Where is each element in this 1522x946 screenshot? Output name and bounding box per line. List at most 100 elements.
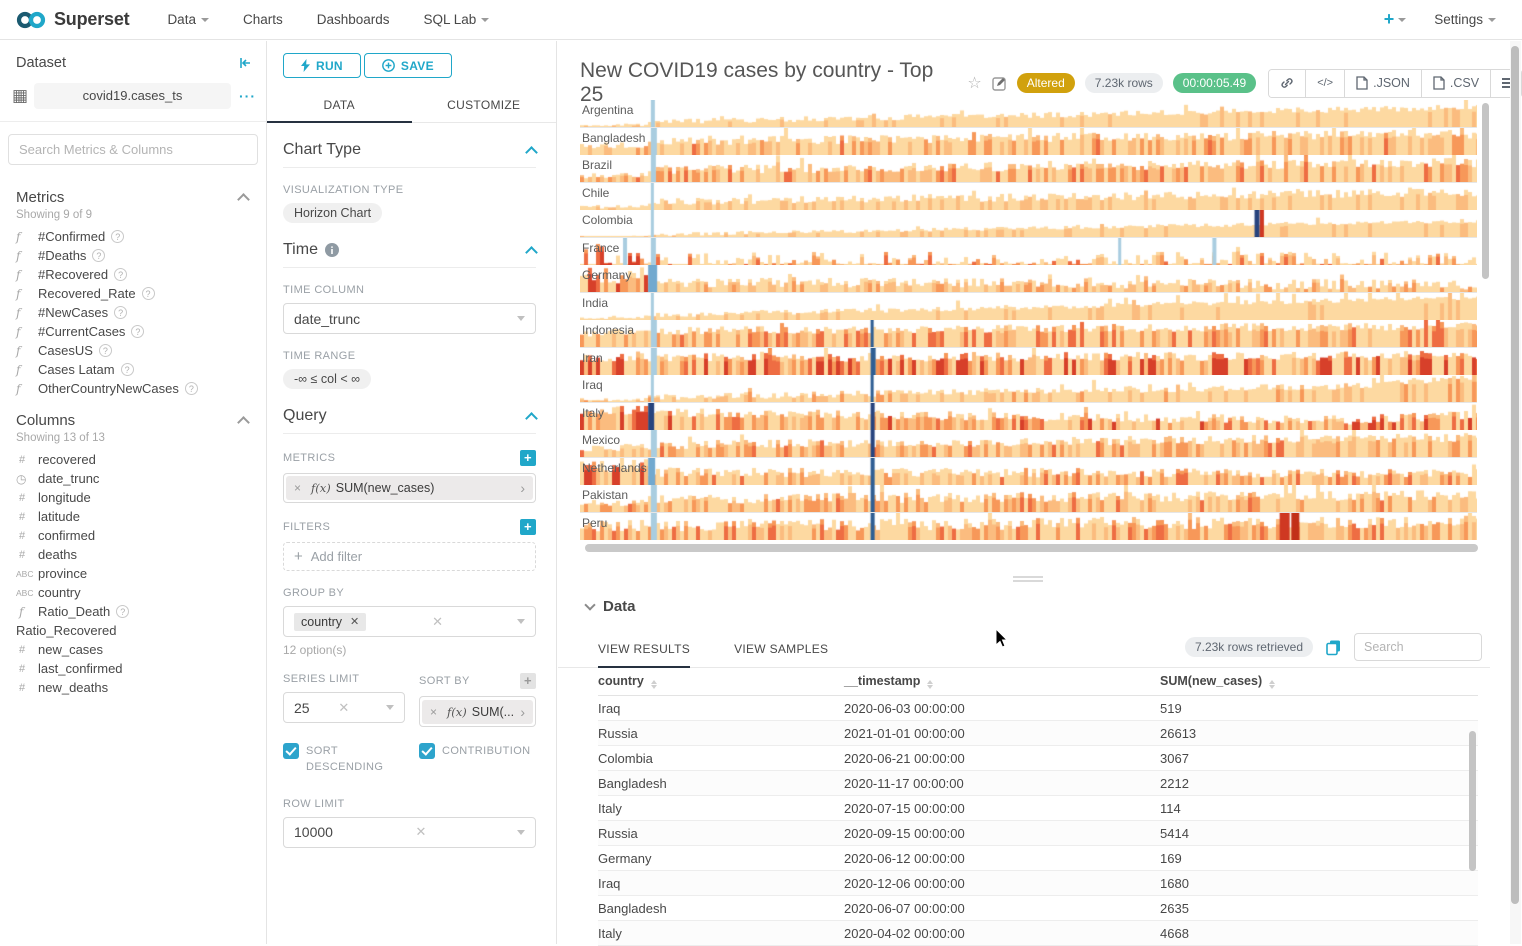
code-icon: </> bbox=[1317, 77, 1333, 89]
altered-badge[interactable]: Altered bbox=[1017, 73, 1075, 93]
tab-data[interactable]: DATA bbox=[267, 90, 412, 122]
tab-view-samples[interactable]: VIEW SAMPLES bbox=[734, 633, 828, 667]
search-input[interactable] bbox=[19, 142, 247, 157]
column-item[interactable]: #latitude bbox=[0, 507, 266, 526]
metric-control: × f(x) SUM(new_cases) › bbox=[283, 473, 536, 503]
tab-customize[interactable]: CUSTOMIZE bbox=[412, 90, 557, 122]
chart-vertical-scrollbar[interactable] bbox=[1482, 103, 1489, 279]
metric-item[interactable]: f#Recovered? bbox=[0, 265, 266, 284]
column-item[interactable]: #deaths bbox=[0, 545, 266, 564]
metric-item[interactable]: f#NewCases? bbox=[0, 303, 266, 322]
horizon-row-germany: Germany bbox=[580, 265, 1477, 293]
tab-view-results[interactable]: VIEW RESULTS bbox=[598, 633, 690, 667]
add-metric-button[interactable]: + bbox=[520, 450, 536, 466]
chevron-up-icon[interactable] bbox=[525, 412, 538, 425]
metric-item[interactable]: fOtherCountryNewCases? bbox=[0, 379, 266, 398]
table-search-input[interactable] bbox=[1354, 633, 1482, 661]
pane-resize-handle[interactable] bbox=[1013, 574, 1043, 584]
export-csv-button[interactable]: .CSV bbox=[1422, 70, 1491, 97]
time-range-value[interactable]: -∞ ≤ col < ∞ bbox=[283, 369, 371, 389]
column-header-country[interactable]: country bbox=[598, 674, 844, 689]
column-item[interactable]: ABCcountry bbox=[0, 583, 266, 602]
metric-item[interactable]: fCasesUS? bbox=[0, 341, 266, 360]
column-item[interactable]: #new_deaths bbox=[0, 678, 266, 697]
column-item[interactable]: #recovered bbox=[0, 450, 266, 469]
column-item[interactable]: ◷date_trunc bbox=[0, 469, 266, 488]
copy-icon[interactable] bbox=[1325, 639, 1342, 656]
share-link-button[interactable] bbox=[1269, 70, 1306, 97]
chevron-up-icon[interactable] bbox=[237, 193, 250, 206]
sort-icon[interactable] bbox=[651, 680, 657, 689]
add-filter-box[interactable]: + Add filter bbox=[283, 542, 536, 571]
close-icon[interactable]: × bbox=[430, 705, 437, 719]
groupby-select[interactable]: country✕ ✕ bbox=[283, 606, 536, 637]
plus-icon: + bbox=[1384, 9, 1395, 30]
series-limit-select[interactable]: 25 ✕ bbox=[283, 692, 405, 723]
save-button[interactable]: SAVE bbox=[364, 53, 452, 78]
caret-right-icon[interactable]: › bbox=[520, 480, 525, 496]
sort-icon[interactable] bbox=[1269, 680, 1275, 689]
horizon-row-italy: Italy bbox=[580, 403, 1477, 431]
function-icon: f bbox=[16, 344, 38, 358]
contribution-checkbox[interactable]: CONTRIBUTION bbox=[419, 743, 531, 776]
dataset-options-icon[interactable]: ··· bbox=[239, 88, 256, 104]
metric-pill[interactable]: × f(x) SUM(new_cases) › bbox=[286, 476, 533, 500]
column-item[interactable]: #confirmed bbox=[0, 526, 266, 545]
chart-horizontal-scrollbar[interactable] bbox=[585, 544, 1478, 552]
column-item[interactable]: fRatio_Death? bbox=[0, 602, 266, 621]
add-filter-button[interactable]: + bbox=[520, 519, 536, 535]
column-item[interactable]: #new_cases bbox=[0, 640, 266, 659]
clear-icon[interactable]: ✕ bbox=[432, 614, 443, 630]
chevron-up-icon[interactable] bbox=[525, 246, 538, 259]
plus-circle-icon bbox=[382, 59, 395, 72]
caret-right-icon[interactable]: › bbox=[520, 704, 525, 720]
time-column-select[interactable]: date_trunc bbox=[283, 303, 536, 334]
nav-item-charts[interactable]: Charts bbox=[243, 12, 283, 27]
settings-menu[interactable]: Settings bbox=[1434, 12, 1496, 27]
function-icon: f bbox=[16, 605, 38, 619]
metric-item[interactable]: f#Confirmed? bbox=[0, 227, 266, 246]
nav-item-sql-lab[interactable]: SQL Lab bbox=[424, 12, 490, 27]
dataset-name[interactable]: covid19.cases_ts bbox=[34, 83, 231, 109]
new-item-button[interactable]: + bbox=[1384, 9, 1407, 30]
column-header-timestamp[interactable]: __timestamp bbox=[844, 674, 1160, 689]
export-json-button[interactable]: .JSON bbox=[1345, 70, 1422, 97]
embed-code-button[interactable]: </> bbox=[1306, 70, 1345, 97]
add-sortby-button[interactable]: + bbox=[520, 673, 536, 689]
metrics-search[interactable] bbox=[8, 134, 258, 165]
close-icon[interactable]: × bbox=[294, 481, 301, 495]
column-item[interactable]: ABCprovince bbox=[0, 564, 266, 583]
nav-item-dashboards[interactable]: Dashboards bbox=[317, 12, 390, 27]
function-icon: f bbox=[16, 287, 38, 301]
metric-item[interactable]: f#CurrentCases? bbox=[0, 322, 266, 341]
metric-item[interactable]: fCases Latam? bbox=[0, 360, 266, 379]
superset-logo[interactable]: Superset bbox=[0, 9, 143, 30]
column-item[interactable]: #last_confirmed bbox=[0, 659, 266, 678]
close-icon[interactable]: ✕ bbox=[350, 615, 359, 628]
sort-descending-checkbox[interactable]: SORT DESCENDING bbox=[283, 743, 405, 776]
nav-item-data[interactable]: Data bbox=[167, 12, 209, 27]
run-button[interactable]: RUN bbox=[283, 53, 361, 78]
row-limit-select[interactable]: 10000 ✕ bbox=[283, 817, 536, 848]
clear-icon[interactable]: ✕ bbox=[416, 824, 427, 840]
column-header-sumnewcases[interactable]: SUM(new_cases) bbox=[1160, 674, 1478, 689]
table-cell: 2020-06-21 00:00:00 bbox=[844, 751, 1160, 766]
column-item[interactable]: #longitude bbox=[0, 488, 266, 507]
metric-item[interactable]: f#Deaths? bbox=[0, 246, 266, 265]
chevron-up-icon[interactable] bbox=[237, 416, 250, 429]
chevron-down-icon[interactable] bbox=[584, 599, 595, 610]
viz-type-label: VISUALIZATION TYPE bbox=[283, 184, 536, 196]
clear-icon[interactable]: ✕ bbox=[338, 700, 349, 716]
viz-type-value[interactable]: Horizon Chart bbox=[283, 203, 382, 223]
column-item[interactable]: Ratio_Recovered bbox=[0, 621, 266, 640]
sortby-control: × f(x) SUM(... › bbox=[419, 696, 536, 727]
sort-icon[interactable] bbox=[927, 680, 933, 689]
metric-item[interactable]: fRecovered_Rate? bbox=[0, 284, 266, 303]
sortby-pill[interactable]: × f(x) SUM(... › bbox=[422, 700, 533, 724]
chevron-up-icon[interactable] bbox=[525, 146, 538, 159]
table-vertical-scrollbar[interactable] bbox=[1469, 731, 1476, 871]
star-icon[interactable]: ☆ bbox=[967, 73, 981, 93]
page-scrollbar-thumb[interactable] bbox=[1511, 46, 1519, 904]
edit-icon[interactable] bbox=[992, 76, 1007, 91]
collapse-panel-icon[interactable] bbox=[238, 56, 252, 70]
